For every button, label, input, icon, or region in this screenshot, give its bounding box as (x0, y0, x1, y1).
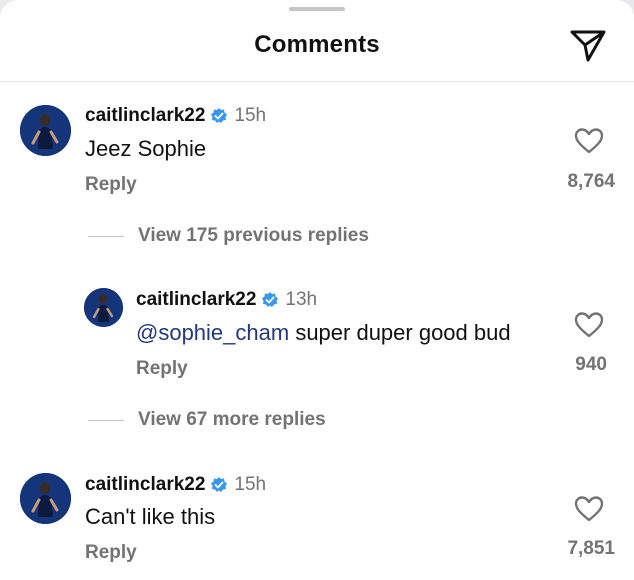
mention-link[interactable]: @sophie_cham (136, 320, 289, 345)
verified-badge-icon (262, 292, 279, 307)
page-title: Comments (254, 31, 380, 58)
avatar[interactable] (84, 288, 123, 327)
verified-badge-icon (211, 477, 228, 492)
like-count: 7,851 (567, 538, 615, 559)
thread-divider (88, 419, 124, 421)
paper-plane-icon[interactable] (569, 27, 607, 63)
comment-timestamp: 15h (234, 105, 267, 126)
thread-divider (88, 235, 124, 237)
comment-username[interactable]: caitlinclark22 (85, 474, 205, 496)
reply-button[interactable]: Reply (136, 358, 188, 380)
reply-text: @sophie_cham super duper good bud (136, 320, 511, 346)
avatar[interactable] (20, 105, 71, 156)
view-previous-replies[interactable]: View 175 previous replies (88, 225, 369, 247)
comment-text: Can't like this (85, 504, 216, 529)
view-more-replies[interactable]: View 67 more replies (88, 409, 326, 431)
comment-text: Jeez Sophie (85, 136, 207, 161)
avatar[interactable] (20, 473, 71, 524)
like-count: 8,764 (567, 171, 615, 192)
heart-icon[interactable] (574, 495, 604, 523)
comment-username[interactable]: caitlinclark22 (85, 105, 205, 127)
reply-timestamp: 13h (285, 289, 318, 310)
heart-icon[interactable] (574, 127, 604, 155)
reply-button[interactable]: Reply (85, 542, 137, 564)
comment-timestamp: 15h (234, 474, 267, 495)
comments-sheet: Comments caitlinclark22 15h Jeez Sophie … (0, 0, 634, 580)
comments-header: Comments (0, 0, 634, 82)
verified-badge-icon (211, 108, 228, 123)
reply-button[interactable]: Reply (85, 174, 137, 196)
view-more-replies-label: View 67 more replies (138, 409, 326, 430)
reply-username[interactable]: caitlinclark22 (136, 289, 256, 311)
view-previous-replies-label: View 175 previous replies (138, 225, 369, 246)
heart-icon[interactable] (574, 311, 604, 339)
reply-body: super duper good bud (289, 320, 511, 345)
like-count: 940 (575, 354, 607, 375)
